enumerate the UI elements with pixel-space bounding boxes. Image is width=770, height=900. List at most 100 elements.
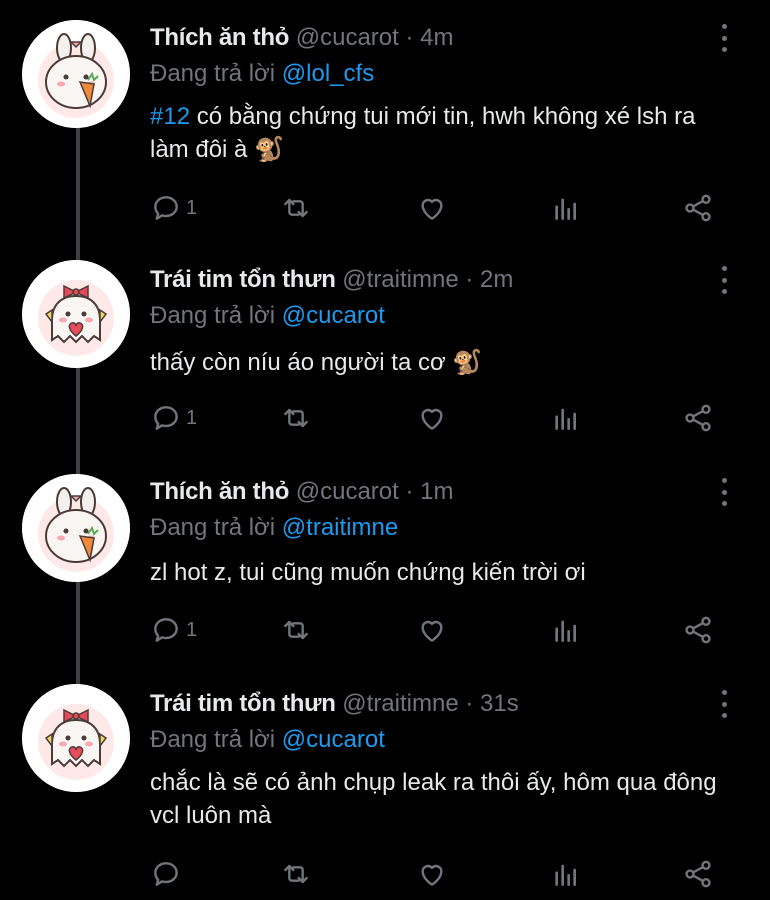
tweet-header: Thích ăn thỏ @cucarot · 4m	[150, 24, 454, 52]
display-name[interactable]: Trái tim tổn thưn	[150, 266, 336, 293]
reply-button[interactable]: 1	[150, 400, 197, 436]
reply-button[interactable]	[150, 856, 186, 892]
timestamp[interactable]: 31s	[480, 690, 519, 717]
like-button[interactable]	[416, 190, 448, 226]
bunny-avatar-icon	[22, 474, 130, 582]
analytics-icon	[555, 620, 576, 642]
share-button[interactable]	[682, 856, 714, 892]
avatar[interactable]	[22, 20, 130, 128]
analytics-button[interactable]	[550, 400, 582, 436]
analytics-button[interactable]	[550, 190, 582, 226]
ghost-avatar-icon	[22, 260, 130, 368]
analytics-icon	[555, 864, 576, 886]
reply-count: 1	[186, 196, 198, 219]
analytics-icon	[555, 198, 576, 220]
action-bar: 1	[150, 190, 730, 226]
replying-to-label: Đang trả lời	[150, 726, 282, 753]
handle[interactable]: @traitimne	[342, 266, 458, 293]
share-icon	[685, 616, 711, 644]
share-button[interactable]	[682, 400, 714, 436]
tweet-text: thấy còn níu áo người ta cơ 🐒	[150, 346, 740, 379]
reply-icon	[154, 406, 178, 430]
retweet-button[interactable]	[280, 190, 312, 226]
like-button[interactable]	[416, 400, 448, 436]
share-button[interactable]	[682, 190, 714, 226]
display-name[interactable]: Thích ăn thỏ	[150, 478, 289, 505]
retweet-button[interactable]	[280, 856, 312, 892]
avatar[interactable]	[22, 684, 130, 792]
mention-link[interactable]: @traitimne	[282, 514, 398, 541]
tweet-text: #12 có bằng chứng tui mới tin, hwh không…	[150, 100, 740, 166]
replying-to: Đang trả lời @traitimne	[150, 514, 398, 542]
tweet-text: zl hot z, tui cũng muốn chứng kiến trời …	[150, 556, 740, 589]
tweet-header: Trái tim tổn thưn @traitimne · 2m	[150, 266, 513, 294]
like-icon	[421, 864, 443, 886]
action-bar	[150, 856, 730, 892]
action-bar: 1	[150, 400, 730, 436]
tweet[interactable]: Thích ăn thỏ @cucarot · 4m Đang trả lời …	[0, 0, 770, 240]
handle[interactable]: @traitimne	[342, 690, 458, 717]
share-icon	[685, 404, 711, 432]
action-bar: 1	[150, 612, 730, 648]
tweet[interactable]: Trái tim tổn thưn @traitimne · 2m Đang t…	[0, 244, 770, 464]
reply-count: 1	[186, 618, 198, 641]
share-icon	[685, 860, 711, 888]
like-icon	[421, 198, 443, 220]
timestamp[interactable]: 4m	[420, 24, 453, 51]
tweet-header: Trái tim tổn thưn @traitimne · 31s	[150, 690, 519, 718]
share-button[interactable]	[682, 612, 714, 648]
mention-link[interactable]: @cucarot	[282, 726, 385, 753]
retweet-icon	[284, 408, 308, 428]
retweet-button[interactable]	[280, 400, 312, 436]
mention-link[interactable]: @cucarot	[282, 302, 385, 329]
reply-count: 1	[186, 406, 198, 429]
handle[interactable]: @cucarot	[296, 24, 399, 51]
replying-to: Đang trả lời @lol_cfs	[150, 60, 374, 88]
tweet-text: chắc là sẽ có ảnh chụp leak ra thôi ấy, …	[150, 766, 740, 832]
like-icon	[421, 620, 443, 642]
like-button[interactable]	[416, 612, 448, 648]
timestamp[interactable]: 2m	[480, 266, 513, 293]
hashtag-link[interactable]: #12	[150, 103, 190, 130]
tweet-body: thấy còn níu áo người ta cơ 🐒	[150, 349, 483, 376]
reply-icon	[154, 196, 178, 220]
mention-link[interactable]: @lol_cfs	[282, 60, 374, 87]
like-button[interactable]	[416, 856, 448, 892]
bunny-avatar-icon	[22, 20, 130, 128]
avatar[interactable]	[22, 260, 130, 368]
handle[interactable]: @cucarot	[296, 478, 399, 505]
replying-to-label: Đang trả lời	[150, 514, 282, 541]
replying-to-label: Đang trả lời	[150, 60, 282, 87]
reply-button[interactable]: 1	[150, 190, 197, 226]
display-name[interactable]: Thích ăn thỏ	[150, 24, 289, 51]
replying-to-label: Đang trả lời	[150, 302, 282, 329]
like-icon	[421, 408, 443, 430]
retweet-icon	[284, 620, 308, 640]
avatar[interactable]	[22, 474, 130, 582]
reply-icon	[154, 862, 178, 886]
ghost-avatar-icon	[22, 684, 130, 792]
display-name[interactable]: Trái tim tổn thưn	[150, 690, 336, 717]
more-options-icon[interactable]	[712, 690, 736, 718]
analytics-button[interactable]	[550, 612, 582, 648]
replying-to: Đang trả lời @cucarot	[150, 726, 385, 754]
tweet[interactable]: Thích ăn thỏ @cucarot · 1m Đang trả lời …	[0, 456, 770, 676]
separator-dot: ·	[465, 266, 474, 293]
more-options-icon[interactable]	[712, 478, 736, 506]
analytics-button[interactable]	[550, 856, 582, 892]
tweet-header: Thích ăn thỏ @cucarot · 1m	[150, 478, 454, 506]
retweet-icon	[284, 864, 308, 884]
retweet-button[interactable]	[280, 612, 312, 648]
reply-button[interactable]: 1	[150, 612, 197, 648]
tweet[interactable]: Trái tim tổn thưn @traitimne · 31s Đang …	[0, 668, 770, 900]
replying-to: Đang trả lời @cucarot	[150, 302, 385, 330]
timestamp[interactable]: 1m	[420, 478, 453, 505]
analytics-icon	[555, 408, 576, 430]
separator-dot: ·	[465, 690, 474, 717]
tweet-body: zl hot z, tui cũng muốn chứng kiến trời …	[150, 559, 586, 586]
retweet-icon	[284, 198, 308, 218]
more-options-icon[interactable]	[712, 24, 736, 52]
separator-dot: ·	[405, 24, 414, 51]
more-options-icon[interactable]	[712, 266, 736, 294]
separator-dot: ·	[405, 478, 414, 505]
